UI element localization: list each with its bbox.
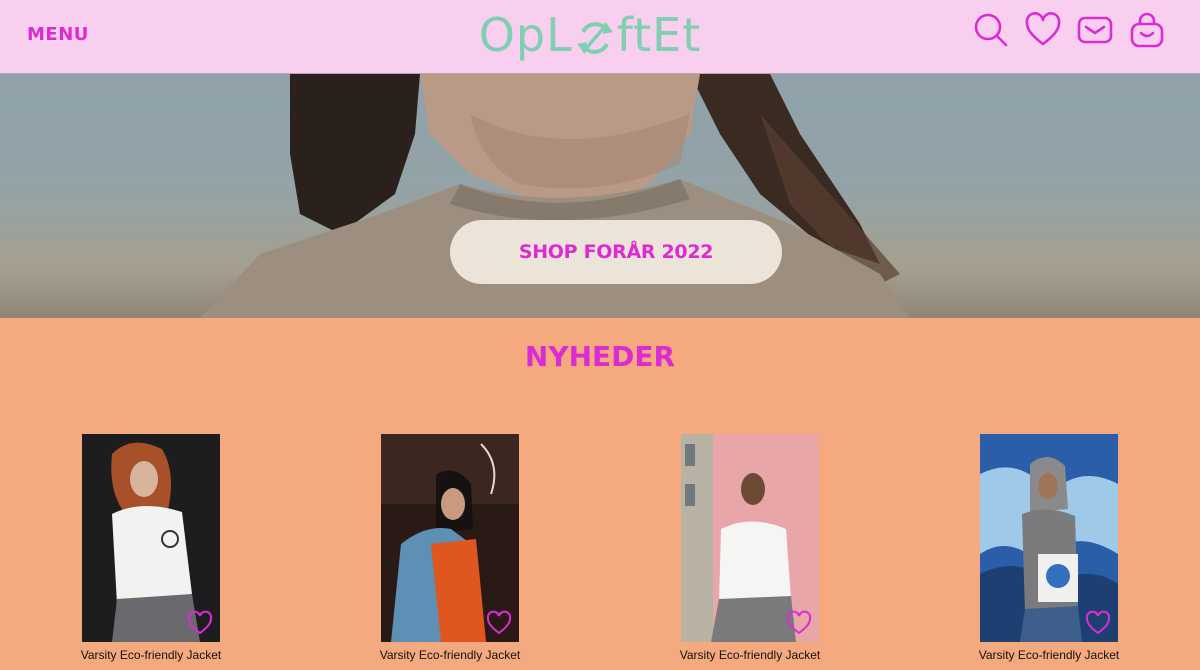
product-image[interactable] (681, 434, 819, 642)
favorite-heart-icon[interactable] (486, 610, 512, 636)
product-card[interactable]: Varsity Eco-friendly Jacket (979, 434, 1119, 662)
product-image[interactable] (82, 434, 220, 642)
shopping-bag-icon[interactable] (1128, 10, 1166, 50)
hero-banner: SHOP FORÅR 2022 (0, 74, 1200, 318)
header-icons (972, 10, 1166, 50)
favorite-heart-icon[interactable] (1085, 610, 1111, 636)
heart-icon[interactable] (1024, 10, 1062, 50)
product-card[interactable]: Varsity Eco-friendly Jacket (380, 434, 520, 662)
product-image[interactable] (381, 434, 519, 642)
favorite-heart-icon[interactable] (786, 610, 812, 636)
product-card[interactable]: Varsity Eco-friendly Jacket (680, 434, 820, 662)
logo-recycle-o-icon (575, 15, 615, 55)
product-name[interactable]: Varsity Eco-friendly Jacket (42, 648, 260, 662)
shop-spring-2022-button[interactable]: SHOP FORÅR 2022 (450, 220, 782, 284)
product-name[interactable]: Varsity Eco-friendly Jacket (641, 648, 859, 662)
search-icon[interactable] (972, 10, 1010, 50)
logo-text-right: ftEt (616, 8, 702, 62)
product-card[interactable]: Varsity Eco-friendly Jacket (81, 434, 221, 662)
menu-button[interactable]: MENU (27, 24, 89, 45)
product-name[interactable]: Varsity Eco-friendly Jacket (341, 648, 559, 662)
product-name[interactable]: Varsity Eco-friendly Jacket (940, 648, 1158, 662)
logo-text-left: OpL (478, 8, 573, 62)
product-image[interactable] (980, 434, 1118, 642)
favorite-heart-icon[interactable] (187, 610, 213, 636)
site-header: MENU OpL ftEt (0, 0, 1200, 74)
site-logo[interactable]: OpL ftEt (450, 2, 730, 68)
mail-icon[interactable] (1076, 10, 1114, 50)
section-title-new: NYHEDER (524, 340, 676, 373)
